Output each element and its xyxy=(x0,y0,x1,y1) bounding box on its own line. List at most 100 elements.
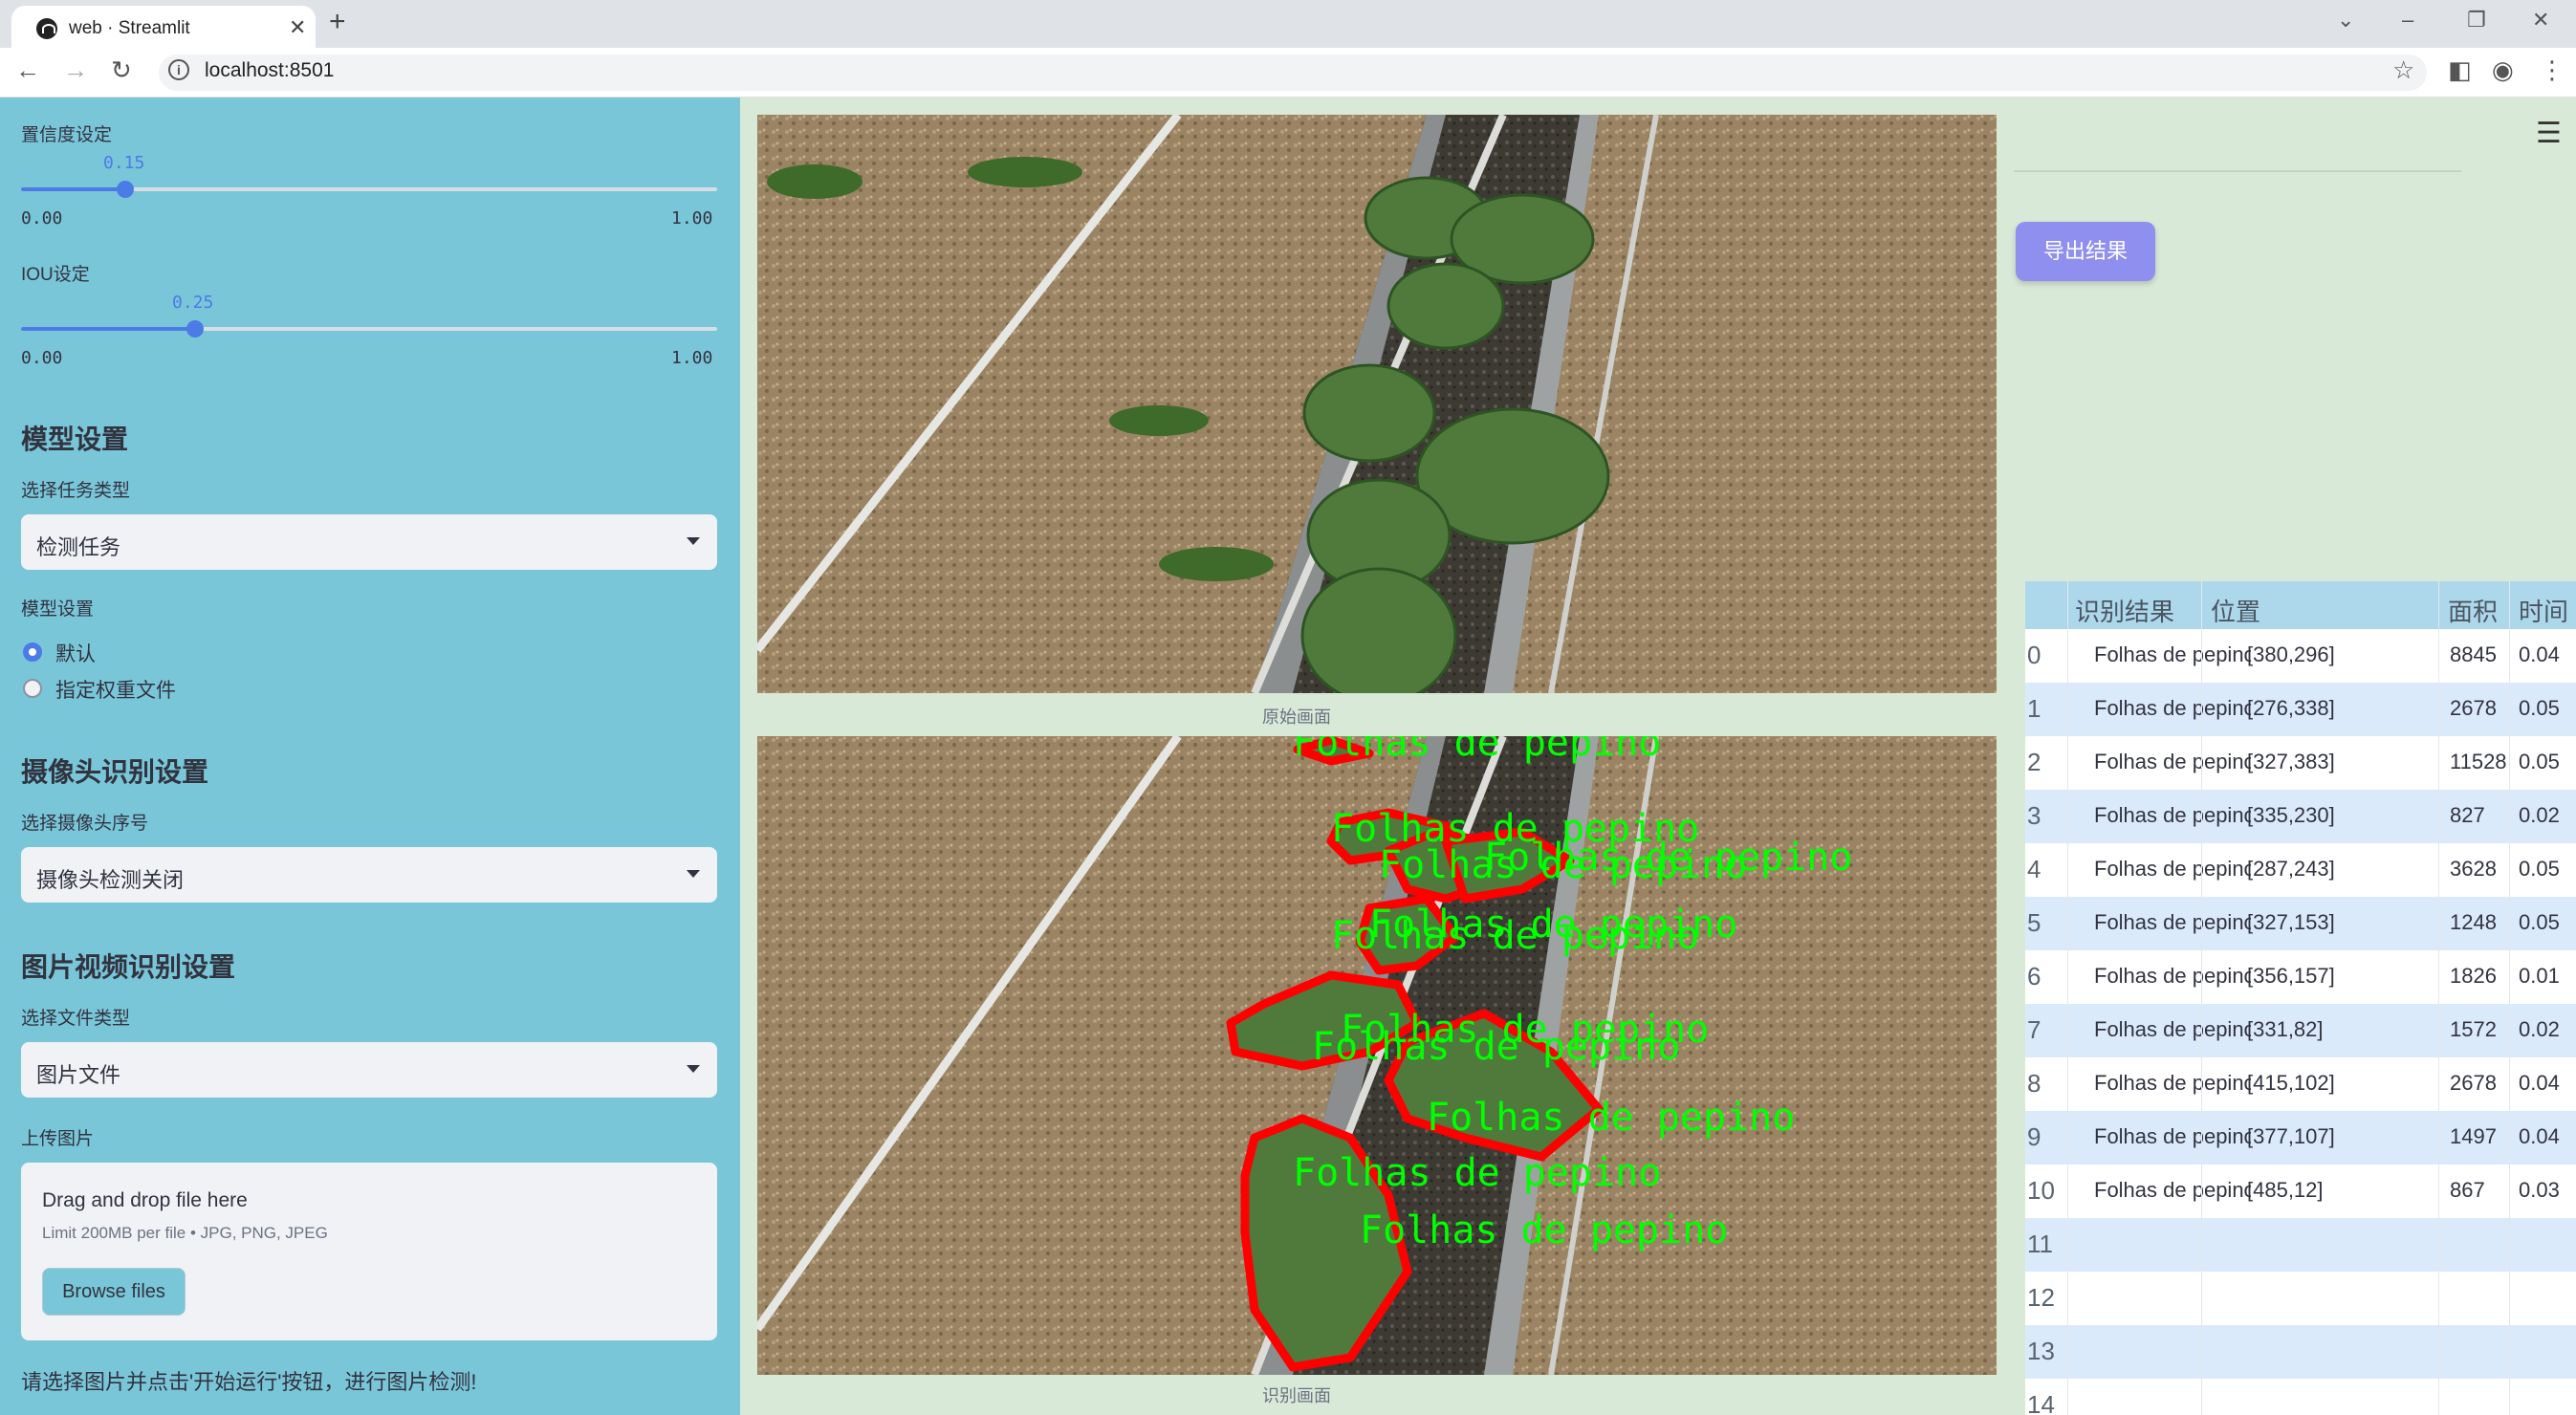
row-index: 0 xyxy=(2027,641,2041,669)
instruction-hint: 请选择图片并点击'开始运行'按钮，进行图片检测! xyxy=(21,1370,477,1394)
upload-title: Drag and drop file here xyxy=(42,1189,248,1211)
row-index: 6 xyxy=(2027,962,2041,990)
iou-max: 1.00 xyxy=(671,348,713,368)
cell-area: 1572 xyxy=(2450,1017,2497,1041)
table-row[interactable]: 11 xyxy=(2025,1218,2576,1272)
divider xyxy=(2014,170,2461,172)
cell-time: 0.02 xyxy=(2519,803,2560,827)
file-type-select[interactable]: 图片文件 xyxy=(21,1042,717,1098)
new-tab-icon[interactable]: + xyxy=(329,6,346,38)
confidence-max: 1.00 xyxy=(671,208,713,229)
table-row[interactable]: 2 Folhas de pepino [327,383] 11528 0.05 xyxy=(2025,736,2576,790)
address-bar[interactable] xyxy=(159,54,2427,91)
cell-time: 0.05 xyxy=(2519,857,2560,881)
file-uploader-dropzone[interactable]: Drag and drop file here Limit 200MB per … xyxy=(21,1163,717,1340)
header-result: 识别结果 xyxy=(2075,598,2175,626)
radio-custom-weights-label[interactable]: 指定权重文件 xyxy=(55,675,176,704)
cell-time: 0.04 xyxy=(2519,642,2560,666)
back-icon[interactable]: ← xyxy=(15,55,40,85)
radio-custom-weights[interactable] xyxy=(23,679,42,698)
row-index: 2 xyxy=(2027,748,2041,776)
table-header: 识别结果 位置 面积 时间 xyxy=(2025,581,2576,629)
cell-result: Folhas de pepino xyxy=(2094,750,2251,773)
side-panel-icon[interactable]: ◧ xyxy=(2448,55,2472,85)
file-type-label: 选择文件类型 xyxy=(21,1009,131,1029)
forward-icon[interactable]: → xyxy=(63,55,88,85)
cell-time: 0.01 xyxy=(2519,964,2560,988)
row-index: 14 xyxy=(2027,1390,2055,1415)
cell-position: [287,243] xyxy=(2247,857,2335,881)
results-table[interactable]: 识别结果 位置 面积 时间 0 Folhas de pepino [380,296]… xyxy=(2025,581,2576,1415)
media-section-title: 图片视频识别设置 xyxy=(21,952,236,982)
restore-icon[interactable]: ❐ xyxy=(2467,8,2486,33)
table-row[interactable]: 4 Folhas de pepino [287,243] 3628 0.05 xyxy=(2025,843,2576,897)
table-row[interactable]: 12 xyxy=(2025,1272,2576,1325)
detection-label: Folhas de pepino xyxy=(1379,843,1747,887)
model-weights-label: 模型设置 xyxy=(21,599,95,620)
chevron-down-icon xyxy=(687,870,700,878)
cell-time: 0.05 xyxy=(2519,750,2560,773)
radio-default-label[interactable]: 默认 xyxy=(55,639,96,667)
bookmark-star-icon[interactable]: ☆ xyxy=(2392,55,2414,85)
cell-position: [380,296] xyxy=(2247,642,2335,666)
cell-time: 0.05 xyxy=(2519,696,2560,720)
camera-index-value: 摄像头检测关闭 xyxy=(36,868,185,892)
export-results-button[interactable]: 导出结果 xyxy=(2016,222,2155,281)
cell-position: [327,153] xyxy=(2247,910,2335,934)
table-row[interactable]: 9 Folhas de pepino [377,107] 1497 0.04 xyxy=(2025,1111,2576,1165)
row-index: 11 xyxy=(2027,1230,2053,1258)
cell-position: [356,157] xyxy=(2247,964,2335,988)
close-tab-icon[interactable]: ✕ xyxy=(289,15,306,40)
task-type-select[interactable]: 检测任务 xyxy=(21,514,717,570)
cell-position: [485,12] xyxy=(2247,1178,2324,1202)
table-row[interactable]: 10 Folhas de pepino [485,12] 867 0.03 xyxy=(2025,1165,2576,1218)
radio-default[interactable] xyxy=(23,642,42,662)
site-info-icon[interactable]: i xyxy=(168,59,189,80)
table-row[interactable]: 0 Folhas de pepino [380,296] 8845 0.04 xyxy=(2025,629,2576,683)
browser-tabbar: web · Streamlit ✕ + ⌄ – ❐ ✕ xyxy=(0,0,2576,48)
camera-index-select[interactable]: 摄像头检测关闭 xyxy=(21,847,717,903)
iou-value: 0.25 xyxy=(172,293,214,313)
table-row[interactable]: 13 xyxy=(2025,1325,2576,1379)
result-caption: 识别画面 xyxy=(1262,1386,1331,1405)
browse-files-button[interactable]: Browse files xyxy=(42,1268,186,1316)
table-row[interactable]: 3 Folhas de pepino [335,230] 827 0.02 xyxy=(2025,790,2576,843)
detection-label: Folhas de pepino xyxy=(1427,1096,1795,1140)
table-row[interactable]: 14 xyxy=(2025,1379,2576,1415)
cell-position: [276,338] xyxy=(2247,696,2335,720)
cell-position: [377,107] xyxy=(2247,1124,2335,1148)
header-position: 位置 xyxy=(2211,598,2261,626)
row-index: 4 xyxy=(2027,855,2041,883)
close-window-icon[interactable]: ✕ xyxy=(2532,8,2549,33)
iou-min: 0.00 xyxy=(21,348,63,368)
row-index: 1 xyxy=(2027,694,2041,723)
cell-result: Folhas de pepino xyxy=(2094,1178,2251,1202)
profile-avatar-icon[interactable]: ◉ xyxy=(2492,55,2514,85)
cell-area: 2678 xyxy=(2450,696,2497,720)
table-row[interactable]: 5 Folhas de pepino [327,153] 1248 0.05 xyxy=(2025,897,2576,950)
grid-line xyxy=(2067,581,2068,1415)
result-image: Folhas de pepino Folhas de pepino Folhas… xyxy=(757,736,1997,1375)
table-row[interactable]: 8 Folhas de pepino [415,102] 2678 0.04 xyxy=(2025,1057,2576,1111)
cell-result: Folhas de pepino xyxy=(2094,803,2251,827)
cell-time: 0.04 xyxy=(2519,1071,2560,1095)
upload-label: 上传图片 xyxy=(21,1129,95,1149)
table-row[interactable]: 7 Folhas de pepino [331,82] 1572 0.02 xyxy=(2025,1004,2576,1057)
cell-area: 867 xyxy=(2450,1178,2485,1202)
browser-menu-icon[interactable]: ⋮ xyxy=(2540,55,2565,85)
grid-line xyxy=(2438,581,2439,1415)
cell-result: Folhas de pepino xyxy=(2094,857,2251,881)
minimize-icon[interactable]: – xyxy=(2402,8,2413,33)
tab-search-chevron-icon[interactable]: ⌄ xyxy=(2337,8,2354,33)
cell-time: 0.04 xyxy=(2519,1124,2560,1148)
confidence-slider-thumb[interactable] xyxy=(117,181,134,198)
hamburger-menu-icon[interactable]: ☰ xyxy=(2536,117,2562,150)
url-text[interactable]: localhost:8501 xyxy=(205,59,334,82)
browser-tab[interactable]: web · Streamlit ✕ xyxy=(11,6,316,48)
table-row[interactable]: 6 Folhas de pepino [356,157] 1826 0.01 xyxy=(2025,950,2576,1004)
iou-slider-thumb[interactable] xyxy=(186,320,204,337)
grid-line xyxy=(2201,581,2202,1415)
reload-icon[interactable]: ↻ xyxy=(111,55,132,85)
table-row[interactable]: 1 Folhas de pepino [276,338] 2678 0.05 xyxy=(2025,683,2576,736)
camera-index-label: 选择摄像头序号 xyxy=(21,814,149,834)
